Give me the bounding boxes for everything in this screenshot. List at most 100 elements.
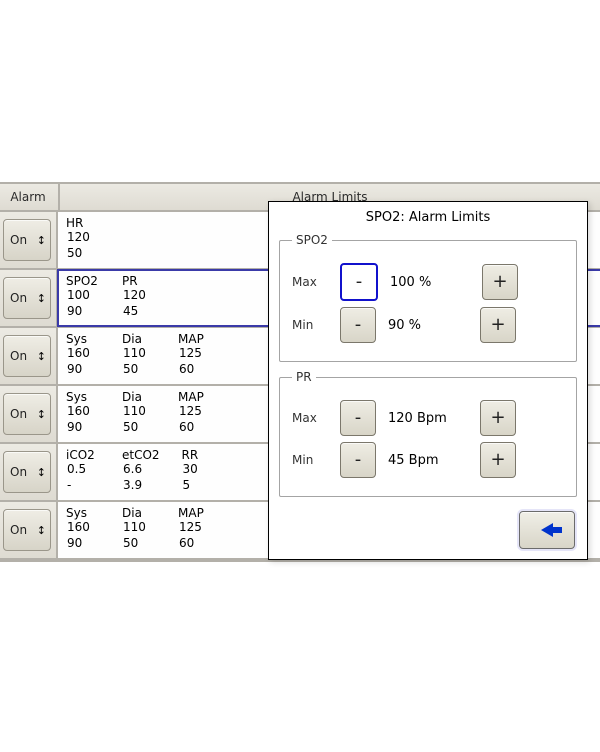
value-label: iCO2 bbox=[66, 448, 100, 462]
value-min: 90 bbox=[66, 362, 100, 378]
increment-button[interactable]: + bbox=[480, 442, 516, 478]
value-label: MAP bbox=[178, 506, 212, 520]
decrement-button[interactable]: - bbox=[340, 442, 376, 478]
spinner-icon: ↕ bbox=[37, 409, 46, 420]
value-column: HR12050 bbox=[66, 216, 100, 261]
values-grid: HR12050 bbox=[66, 216, 100, 261]
value-label: RR bbox=[182, 448, 216, 462]
spinner-icon: ↕ bbox=[37, 235, 46, 246]
back-button[interactable] bbox=[519, 511, 575, 549]
value-label: Dia bbox=[122, 332, 156, 346]
value-label: Sys bbox=[66, 390, 100, 404]
value-column: RR305 bbox=[182, 448, 216, 493]
dialog-group: PRMax-120 Bpm+Min-45 Bpm+ bbox=[279, 370, 577, 497]
decrement-button[interactable]: - bbox=[340, 307, 376, 343]
alarm-limits-dialog: SPO2: Alarm Limits SPO2Max-100 %+Min-90 … bbox=[268, 201, 588, 560]
decrement-button[interactable]: - bbox=[340, 263, 378, 301]
value-label: Sys bbox=[66, 506, 100, 520]
alarm-toggle-label: On bbox=[10, 233, 27, 247]
header-alarm: Alarm bbox=[0, 184, 60, 210]
decrement-button[interactable]: - bbox=[340, 400, 376, 436]
value-min: 5 bbox=[182, 478, 216, 494]
increment-button[interactable]: + bbox=[480, 400, 516, 436]
values-grid: iCO20.5- etCO26.63.9 RR305 bbox=[66, 448, 216, 493]
value-max: 100 bbox=[66, 288, 100, 304]
value-max: 125 bbox=[178, 520, 212, 536]
value-max: 110 bbox=[122, 404, 156, 420]
value-column: Dia11050 bbox=[122, 506, 156, 551]
value-column: etCO26.63.9 bbox=[122, 448, 160, 493]
alarm-cell: On↕ bbox=[0, 270, 58, 326]
spinner-icon: ↕ bbox=[37, 351, 46, 362]
alarm-toggle-label: On bbox=[10, 291, 27, 305]
adjust-value: 120 Bpm bbox=[388, 411, 468, 426]
value-label: SPO2 bbox=[66, 274, 100, 288]
value-max: 30 bbox=[182, 462, 216, 478]
adjust-label: Max bbox=[292, 411, 328, 425]
alarm-toggle-button[interactable]: On ↕ bbox=[3, 335, 51, 377]
alarm-toggle-label: On bbox=[10, 465, 27, 479]
values-grid: Sys16090 Dia11050 MAP12560 bbox=[66, 506, 212, 551]
adjust-value: 100 % bbox=[390, 275, 470, 290]
value-max: 160 bbox=[66, 520, 100, 536]
dialog-title: SPO2: Alarm Limits bbox=[279, 210, 577, 225]
value-label: MAP bbox=[178, 390, 212, 404]
value-column: Sys16090 bbox=[66, 506, 100, 551]
value-max: 120 bbox=[66, 230, 100, 246]
value-min: 45 bbox=[122, 304, 156, 320]
values-grid: SPO210090 PR12045 bbox=[66, 274, 156, 319]
alarm-toggle-button[interactable]: On↕ bbox=[3, 277, 51, 319]
value-max: 125 bbox=[178, 346, 212, 362]
value-min: 60 bbox=[178, 362, 212, 378]
alarm-cell: On ↕ bbox=[0, 328, 58, 384]
group-legend: PR bbox=[292, 370, 316, 384]
value-max: 160 bbox=[66, 346, 100, 362]
spinner-icon: ↕ bbox=[37, 467, 46, 478]
value-column: PR12045 bbox=[122, 274, 156, 319]
value-max: 6.6 bbox=[122, 462, 160, 478]
value-label: HR bbox=[66, 216, 100, 230]
value-column: Sys16090 bbox=[66, 332, 100, 377]
value-column: MAP12560 bbox=[178, 390, 212, 435]
value-max: 160 bbox=[66, 404, 100, 420]
adjust-row: Max-120 Bpm + bbox=[292, 400, 564, 436]
value-min: 3.9 bbox=[122, 478, 160, 494]
value-label: etCO2 bbox=[122, 448, 160, 462]
alarm-cell: On ↕ bbox=[0, 444, 58, 500]
adjust-label: Min bbox=[292, 453, 328, 467]
value-min: 90 bbox=[66, 420, 100, 436]
alarm-toggle-label: On bbox=[10, 407, 27, 421]
alarm-cell: On↕ bbox=[0, 502, 58, 558]
alarm-toggle-label: On bbox=[10, 349, 27, 363]
value-min: 50 bbox=[122, 362, 156, 378]
dialog-group: SPO2Max-100 %+Min-90 %+ bbox=[279, 233, 577, 362]
value-column: Dia11050 bbox=[122, 332, 156, 377]
value-min: - bbox=[66, 478, 100, 494]
value-column: iCO20.5- bbox=[66, 448, 100, 493]
increment-button[interactable]: + bbox=[482, 264, 518, 300]
alarm-toggle-button[interactable]: On ↕ bbox=[3, 219, 51, 261]
adjust-row: Min-45 Bpm + bbox=[292, 442, 564, 478]
value-min: 50 bbox=[122, 420, 156, 436]
alarm-toggle-button[interactable]: On ↕ bbox=[3, 451, 51, 493]
value-min: 60 bbox=[178, 420, 212, 436]
increment-button[interactable]: + bbox=[480, 307, 516, 343]
adjust-value: 45 Bpm bbox=[388, 453, 468, 468]
dialog-actions bbox=[279, 505, 577, 549]
value-min: 90 bbox=[66, 304, 100, 320]
alarm-toggle-button[interactable]: On↕ bbox=[3, 509, 51, 551]
value-max: 110 bbox=[122, 346, 156, 362]
value-max: 120 bbox=[122, 288, 156, 304]
value-column: MAP12560 bbox=[178, 332, 212, 377]
alarm-toggle-button[interactable]: On ↕ bbox=[3, 393, 51, 435]
alarm-toggle-label: On bbox=[10, 523, 27, 537]
value-label: Dia bbox=[122, 390, 156, 404]
value-min: 90 bbox=[66, 536, 100, 552]
value-max: 125 bbox=[178, 404, 212, 420]
value-column: Sys16090 bbox=[66, 390, 100, 435]
value-label: MAP bbox=[178, 332, 212, 346]
value-column: SPO210090 bbox=[66, 274, 100, 319]
alarm-cell: On ↕ bbox=[0, 212, 58, 268]
value-min: 60 bbox=[178, 536, 212, 552]
values-grid: Sys16090 Dia11050 MAP12560 bbox=[66, 332, 212, 377]
